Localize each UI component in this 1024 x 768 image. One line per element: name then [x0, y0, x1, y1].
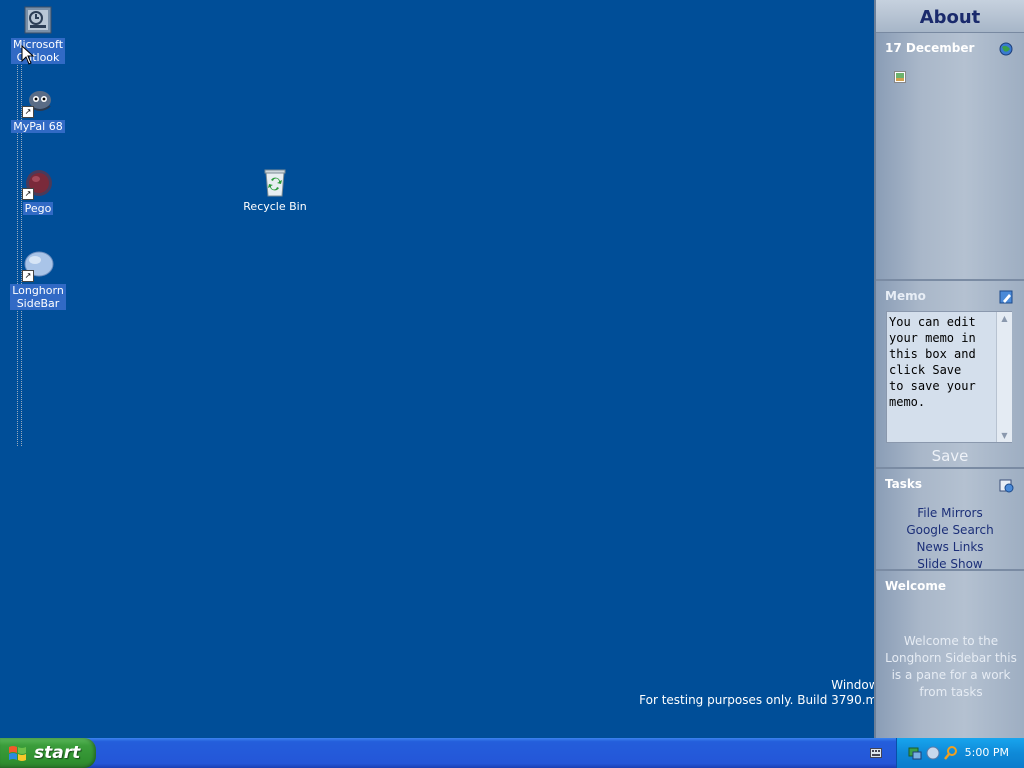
- calendar-tile: 17 December: [876, 33, 1024, 281]
- task-link-google-search[interactable]: Google Search: [876, 522, 1024, 539]
- desktop-icon-label: Longhorn SideBar: [10, 284, 66, 310]
- mouse-cursor-icon: [21, 45, 35, 65]
- desktop-icon-pego[interactable]: ↗ Pego: [2, 168, 74, 215]
- tasks-title: Tasks: [885, 477, 923, 491]
- windows-logo-icon: [9, 746, 26, 761]
- calendar-date: 17 December: [885, 41, 975, 55]
- search-icon[interactable]: [943, 745, 959, 761]
- tasks-tile: Tasks File Mirrors Google Search News Li…: [876, 469, 1024, 571]
- tasks-list: File Mirrors Google Search News Links Sl…: [876, 505, 1024, 573]
- scroll-down-icon[interactable]: ▼: [997, 431, 1012, 440]
- recycle-bin-icon: [259, 166, 291, 198]
- scroll-up-icon[interactable]: ▲: [997, 314, 1012, 323]
- broken-image-icon: [894, 71, 906, 83]
- keyboard-icon[interactable]: [870, 748, 882, 758]
- globe-icon[interactable]: [998, 41, 1014, 57]
- pego-icon: ↗: [22, 168, 54, 200]
- shortcut-arrow-icon: ↗: [22, 106, 34, 118]
- network-icon[interactable]: [907, 745, 923, 761]
- sidebar-tray-icon[interactable]: [925, 745, 941, 761]
- memo-title: Memo: [885, 289, 926, 303]
- desktop-icon-mypal[interactable]: ↗ MyPal 68: [2, 86, 74, 133]
- memo-save-button[interactable]: Save: [876, 447, 1024, 465]
- shortcut-arrow-icon: ↗: [22, 188, 34, 200]
- desktop-icon-label: Recycle Bin: [243, 200, 307, 213]
- outlook-icon: [22, 4, 54, 36]
- start-button[interactable]: start: [0, 738, 96, 768]
- task-link-file-mirrors[interactable]: File Mirrors: [876, 505, 1024, 522]
- sidebar-icon: ↗: [22, 250, 54, 282]
- clock[interactable]: 5:00 PM: [965, 746, 1009, 759]
- desktop-icon-label: Pego: [22, 202, 54, 215]
- desktop-icon-recycle-bin[interactable]: Recycle Bin: [239, 166, 311, 213]
- welcome-text: Welcome to the Longhorn Sidebar this is …: [885, 634, 1017, 699]
- mypal-icon: ↗: [22, 86, 54, 118]
- memo-tile: Memo You can edit your memo in this box …: [876, 281, 1024, 469]
- desktop-icon-longhorn-sidebar[interactable]: ↗ Longhorn SideBar: [2, 250, 74, 310]
- desktop-icon-outlook[interactable]: Microsoft Outlook: [2, 4, 74, 64]
- shortcut-arrow-icon: ↗: [22, 270, 34, 282]
- longhorn-sidebar: About 17 December Memo You can edit your…: [874, 0, 1024, 738]
- task-link-news-links[interactable]: News Links: [876, 539, 1024, 556]
- desktop-icon-label: MyPal 68: [11, 120, 65, 133]
- memo-textarea[interactable]: You can edit your memo in this box and c…: [886, 311, 1012, 443]
- memo-scrollbar[interactable]: ▲ ▼: [996, 312, 1012, 442]
- tasks-icon[interactable]: [998, 477, 1014, 493]
- start-label: start: [34, 743, 81, 763]
- system-tray: 5:00 PM: [896, 738, 1024, 768]
- welcome-tile: Welcome Welcome to the Longhorn Sidebar …: [876, 571, 1024, 737]
- welcome-title: Welcome: [885, 579, 947, 593]
- sidebar-title[interactable]: About: [876, 0, 1024, 33]
- desktop-icon-label: Microsoft Outlook: [10, 38, 66, 64]
- memo-icon[interactable]: [998, 289, 1014, 305]
